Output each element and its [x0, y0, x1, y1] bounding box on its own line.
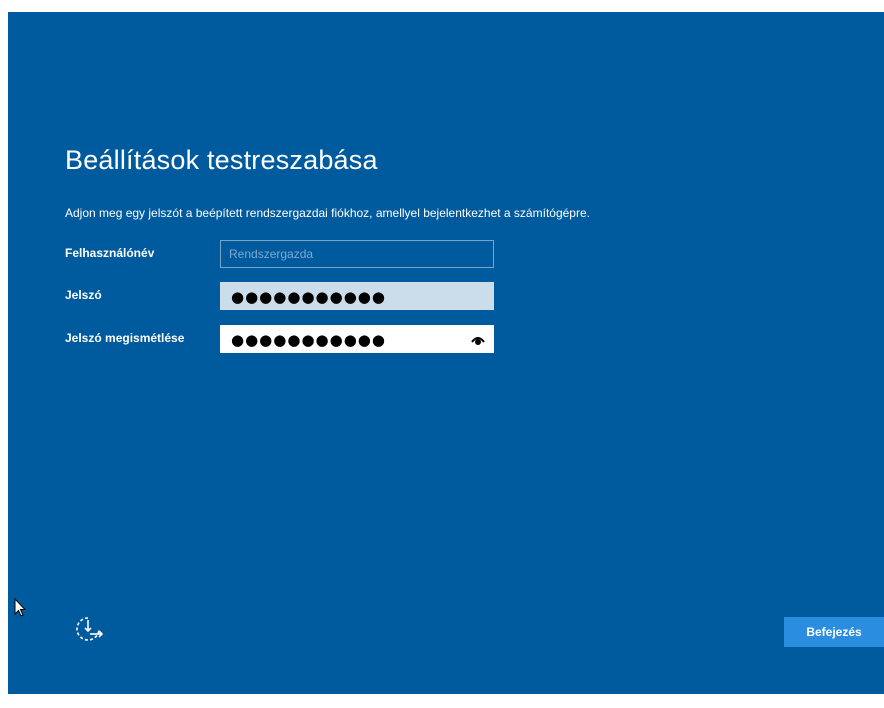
- confirm-password-field[interactable]: ●●●●●●●●●●●: [220, 325, 494, 353]
- finish-button[interactable]: Befejezés: [784, 617, 884, 647]
- page-title: Beállítások testreszabása: [65, 145, 378, 175]
- username-field[interactable]: Rendszergazda: [220, 240, 494, 268]
- confirm-password-value: ●●●●●●●●●●●: [231, 331, 386, 349]
- password-value: ●●●●●●●●●●●: [231, 288, 386, 306]
- username-label: Felhasználónév: [65, 246, 155, 260]
- mouse-pointer-icon: [14, 598, 26, 617]
- password-field[interactable]: ●●●●●●●●●●●: [220, 282, 494, 310]
- password-label: Jelszó: [65, 288, 102, 302]
- confirm-password-label: Jelszó megismétlése: [65, 331, 185, 345]
- page-subtitle: Adjon meg egy jelszót a beépített rendsz…: [65, 206, 590, 220]
- ease-of-access-icon[interactable]: [72, 614, 104, 646]
- setup-screen: Beállítások testreszabása Adjon meg egy …: [8, 12, 884, 694]
- reveal-password-eye-icon[interactable]: [471, 334, 485, 346]
